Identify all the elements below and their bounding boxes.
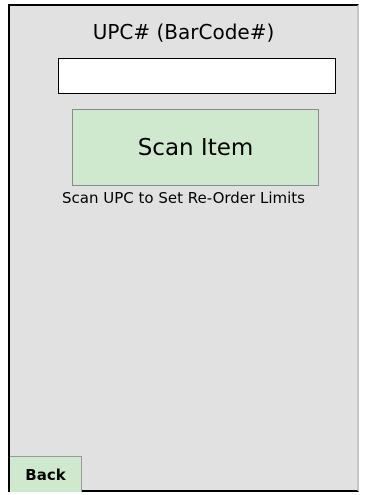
upc-input[interactable] <box>58 58 336 94</box>
scan-hint-text: Scan UPC to Set Re-Order Limits <box>62 189 305 207</box>
page-title: UPC# (BarCode#) <box>92 20 275 44</box>
scan-screen: UPC# (BarCode#) Scan Item Scan UPC to Se… <box>8 4 359 492</box>
back-button[interactable]: Back <box>10 456 82 492</box>
scan-item-button[interactable]: Scan Item <box>72 109 319 186</box>
